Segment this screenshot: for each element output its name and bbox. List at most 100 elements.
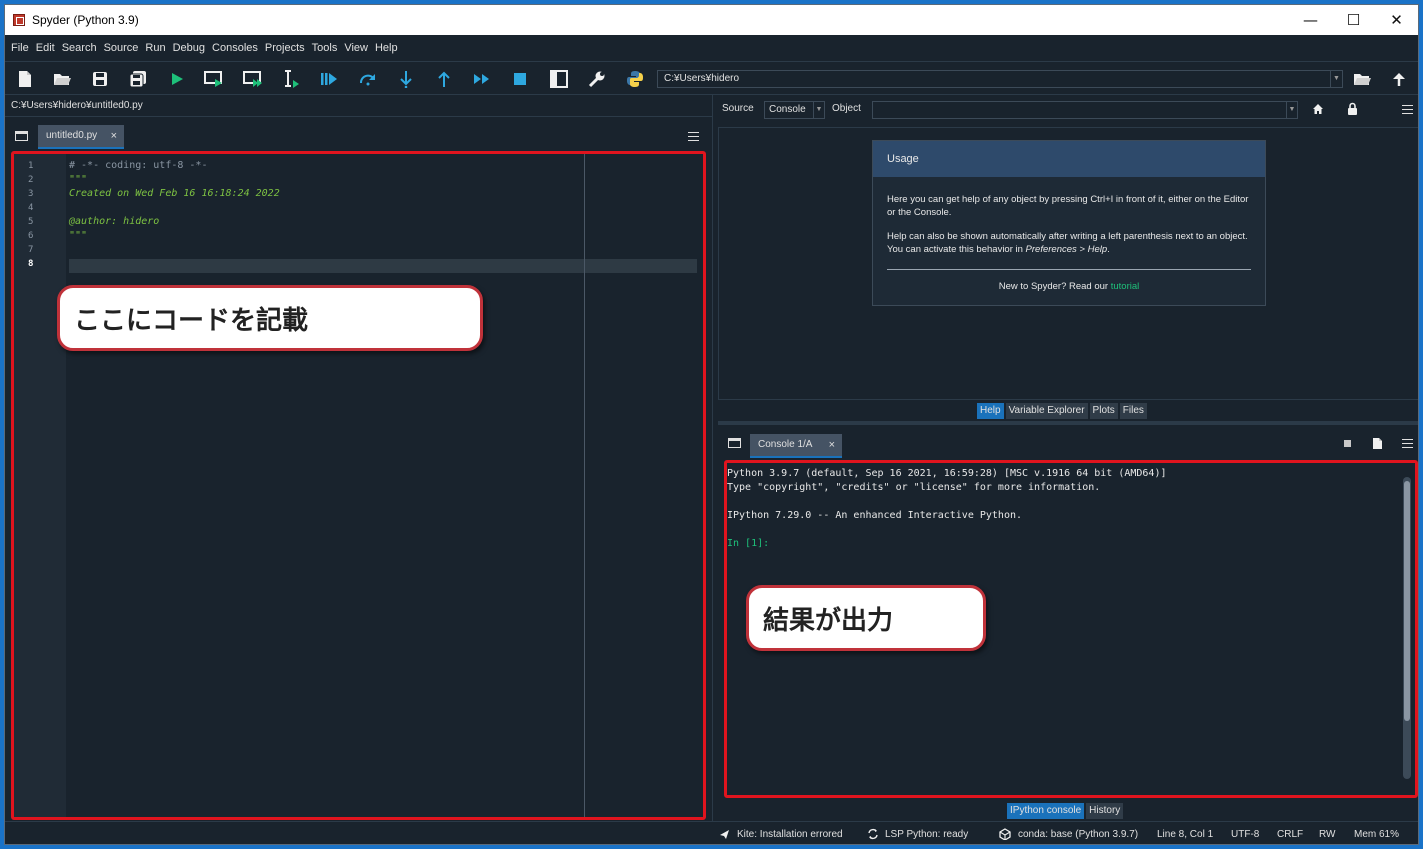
source-combo[interactable]: Console ▼ — [764, 101, 825, 119]
step-icon[interactable] — [358, 69, 378, 89]
editor-callout: ここにコードを記載 — [57, 285, 483, 351]
clear-console-icon[interactable] — [1372, 437, 1383, 453]
object-combo[interactable]: ▼ — [872, 101, 1298, 119]
usage-footer-text: New to Spyder? Read our — [998, 281, 1111, 292]
preferences-path: Preferences > Help — [1025, 244, 1108, 255]
run-selection-icon[interactable] — [281, 69, 301, 89]
status-bar: Kite: Installation errored LSP Python: r… — [5, 821, 1418, 844]
preferences-icon[interactable] — [587, 69, 607, 89]
file-encoding: UTF-8 — [1231, 829, 1260, 840]
chevron-down-icon[interactable]: ▼ — [1330, 71, 1342, 87]
console-output-line: Type "copyright", "credits" or "license"… — [727, 482, 1101, 493]
browse-tabs-icon[interactable] — [15, 131, 28, 141]
menu-edit[interactable]: Edit — [36, 42, 55, 54]
code-line: Created on Wed Feb 16 16:18:24 2022 — [69, 188, 280, 199]
chevron-down-icon[interactable]: ▼ — [1286, 102, 1297, 118]
lock-icon[interactable] — [1347, 102, 1358, 118]
menu-search[interactable]: Search — [62, 42, 97, 54]
stop-icon[interactable] — [510, 69, 530, 89]
tab-label: Console 1/A — [758, 439, 813, 450]
maximize-button[interactable]: ☐ — [1332, 5, 1375, 35]
close-button[interactable]: ✕ — [1375, 5, 1418, 35]
minimize-button[interactable]: — — [1289, 5, 1332, 35]
menu-tools[interactable]: Tools — [312, 42, 338, 54]
save-icon[interactable] — [90, 69, 110, 89]
divider — [887, 269, 1251, 270]
menu-source[interactable]: Source — [104, 42, 139, 54]
editor-file-path: C:¥Users¥hidero¥untitled0.py — [11, 100, 143, 111]
conda-status: conda: base (Python 3.9.7) — [1018, 829, 1139, 840]
tab-ipython-console[interactable]: IPython console — [1007, 803, 1085, 819]
source-label: Source — [722, 103, 754, 114]
menu-consoles[interactable]: Consoles — [212, 42, 258, 54]
console-callout-text: 結果が出力 — [763, 605, 894, 636]
scrollbar-thumb[interactable] — [1404, 481, 1410, 721]
tab-untitled0[interactable]: untitled0.py × — [38, 125, 124, 149]
line-number: 6 — [28, 231, 34, 241]
current-line-number: 8 — [28, 259, 34, 269]
menu-run[interactable]: Run — [145, 42, 165, 54]
lsp-icon — [867, 828, 879, 843]
console-options-menu-icon[interactable] — [1402, 439, 1413, 448]
memory-usage: Mem 61% — [1354, 829, 1400, 840]
usage-title: Usage — [873, 141, 1265, 177]
editor-options-menu-icon[interactable] — [688, 132, 699, 141]
close-tab-icon[interactable]: × — [829, 434, 835, 456]
step-into-icon[interactable] — [396, 69, 416, 89]
home-icon[interactable] — [1312, 103, 1324, 118]
menu-view[interactable]: View — [344, 42, 368, 54]
continue-icon[interactable] — [472, 69, 492, 89]
code-editor[interactable]: 1 2 3 4 5 6 7 8 # -*- coding: utf-8 -*- … — [11, 151, 706, 820]
new-file-icon[interactable] — [15, 69, 35, 89]
code-line: """ — [69, 174, 88, 185]
console-tab-bar: Console 1/A × — [718, 430, 1418, 458]
tab-files[interactable]: Files — [1119, 403, 1147, 419]
code-line: @author: hidero — [69, 216, 160, 227]
console-scrollbar[interactable] — [1403, 477, 1411, 779]
run-icon[interactable] — [167, 69, 187, 89]
source-combo-value: Console — [769, 104, 806, 115]
window-title: Spyder (Python 3.9) — [32, 13, 139, 27]
run-cell-advance-icon[interactable] — [243, 69, 263, 89]
stop-kernel-icon[interactable] — [1344, 440, 1351, 447]
tab-help[interactable]: Help — [977, 403, 1004, 419]
working-directory-combo[interactable]: C:¥Users¥hidero ▼ — [657, 70, 1343, 88]
menu-file[interactable]: File — [11, 42, 29, 54]
editor-callout-text: ここにコードを記載 — [74, 305, 309, 336]
tab-plots[interactable]: Plots — [1089, 403, 1118, 419]
working-directory-value: C:¥Users¥hidero — [664, 73, 740, 84]
console-callout: 結果が出力 — [746, 585, 986, 651]
tab-console-1a[interactable]: Console 1/A × — [750, 434, 842, 458]
help-options-menu-icon[interactable] — [1402, 105, 1413, 114]
debug-icon[interactable] — [319, 69, 339, 89]
lsp-status: LSP Python: ready — [885, 829, 969, 840]
console-output-line: Python 3.9.7 (default, Sep 16 2021, 16:5… — [727, 468, 1167, 479]
tab-variable-explorer[interactable]: Variable Explorer — [1005, 403, 1088, 419]
browse-tabs-icon[interactable] — [728, 438, 741, 448]
current-line-highlight — [69, 259, 697, 273]
line-number: 1 — [28, 161, 34, 171]
tab-history[interactable]: History — [1086, 803, 1124, 819]
horizontal-splitter[interactable] — [718, 421, 1418, 425]
menu-help[interactable]: Help — [375, 42, 398, 54]
step-return-icon[interactable] — [434, 69, 454, 89]
end-of-line: CRLF — [1277, 829, 1304, 840]
tutorial-link[interactable]: tutorial — [1111, 281, 1140, 292]
menu-bar: File Edit Search Source Run Debug Consol… — [5, 37, 1418, 59]
run-cell-icon[interactable] — [204, 69, 224, 89]
kite-status: Kite: Installation errored — [737, 829, 843, 840]
close-tab-icon[interactable]: × — [111, 125, 117, 147]
python-path-icon[interactable] — [625, 69, 645, 89]
menu-projects[interactable]: Projects — [265, 42, 305, 54]
maximize-pane-icon[interactable] — [549, 69, 569, 89]
line-number: 3 — [28, 189, 34, 199]
open-file-icon[interactable] — [52, 69, 72, 89]
browse-directory-icon[interactable] — [1352, 69, 1372, 89]
parent-directory-icon[interactable] — [1389, 69, 1409, 89]
object-label: Object — [832, 103, 861, 114]
save-all-icon[interactable] — [128, 69, 148, 89]
menu-debug[interactable]: Debug — [173, 42, 205, 54]
usage-body: Here you can get help of any object by p… — [887, 193, 1253, 267]
chevron-down-icon[interactable]: ▼ — [813, 102, 824, 118]
usage-text: . — [1107, 244, 1110, 255]
